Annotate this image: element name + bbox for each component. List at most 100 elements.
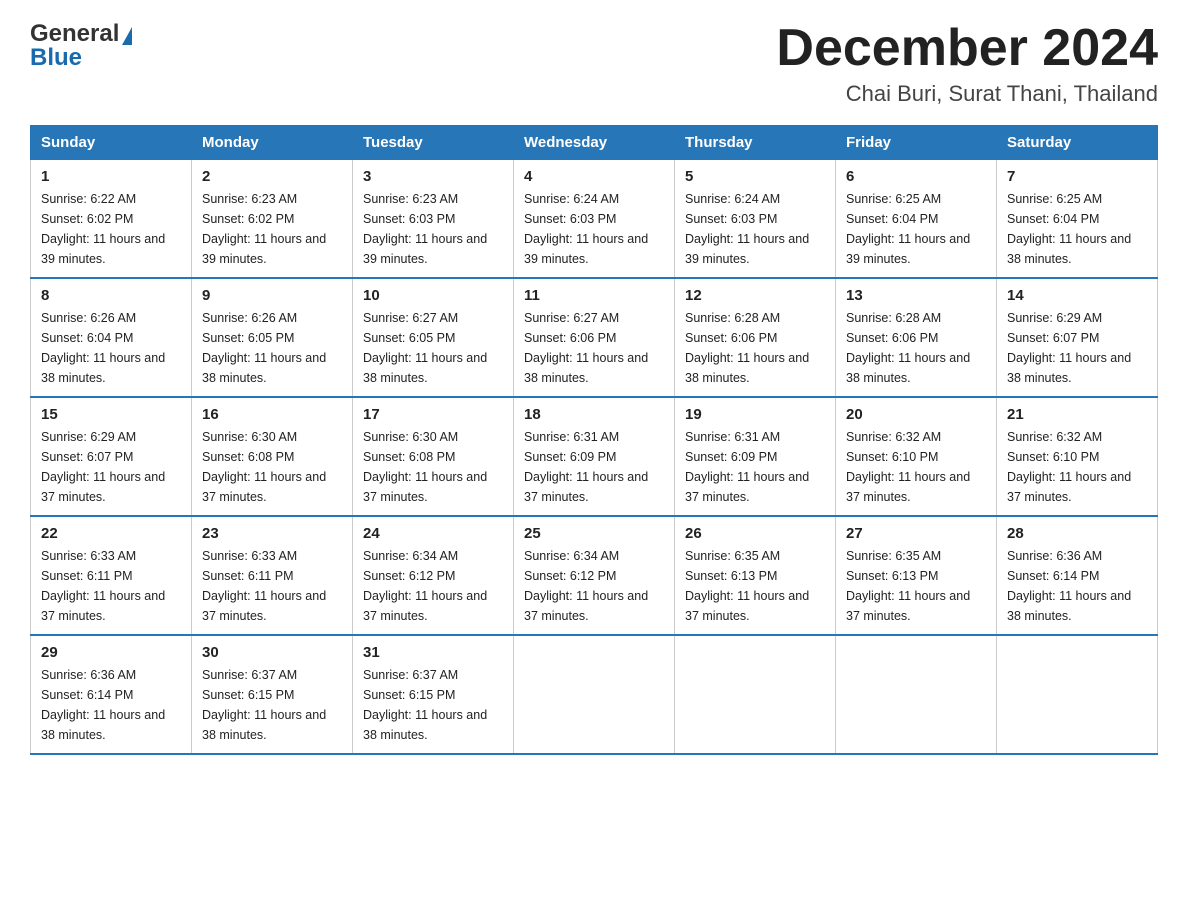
- day-number: 27: [846, 525, 986, 542]
- table-row: 18 Sunrise: 6:31 AMSunset: 6:09 PMDaylig…: [514, 397, 675, 516]
- page-title: December 2024: [776, 20, 1158, 77]
- table-row: 24 Sunrise: 6:34 AMSunset: 6:12 PMDaylig…: [353, 516, 514, 635]
- day-info: Sunrise: 6:30 AMSunset: 6:08 PMDaylight:…: [363, 430, 487, 504]
- table-row: 31 Sunrise: 6:37 AMSunset: 6:15 PMDaylig…: [353, 635, 514, 754]
- day-number: 16: [202, 406, 342, 423]
- day-info: Sunrise: 6:34 AMSunset: 6:12 PMDaylight:…: [524, 549, 648, 623]
- day-number: 17: [363, 406, 503, 423]
- day-number: 1: [41, 168, 181, 185]
- calendar-week-row: 1 Sunrise: 6:22 AMSunset: 6:02 PMDayligh…: [31, 160, 1158, 279]
- day-number: 8: [41, 287, 181, 304]
- logo: General Blue: [30, 20, 132, 72]
- table-row: [514, 635, 675, 754]
- day-number: 9: [202, 287, 342, 304]
- col-tuesday: Tuesday: [353, 126, 514, 160]
- day-info: Sunrise: 6:32 AMSunset: 6:10 PMDaylight:…: [846, 430, 970, 504]
- day-number: 10: [363, 287, 503, 304]
- day-info: Sunrise: 6:26 AMSunset: 6:04 PMDaylight:…: [41, 311, 165, 385]
- day-info: Sunrise: 6:28 AMSunset: 6:06 PMDaylight:…: [846, 311, 970, 385]
- day-info: Sunrise: 6:30 AMSunset: 6:08 PMDaylight:…: [202, 430, 326, 504]
- day-number: 24: [363, 525, 503, 542]
- col-monday: Monday: [192, 126, 353, 160]
- table-row: 1 Sunrise: 6:22 AMSunset: 6:02 PMDayligh…: [31, 160, 192, 279]
- table-row: 6 Sunrise: 6:25 AMSunset: 6:04 PMDayligh…: [836, 160, 997, 279]
- table-row: 25 Sunrise: 6:34 AMSunset: 6:12 PMDaylig…: [514, 516, 675, 635]
- logo-triangle-icon: [122, 27, 132, 45]
- day-number: 29: [41, 644, 181, 661]
- table-row: 9 Sunrise: 6:26 AMSunset: 6:05 PMDayligh…: [192, 278, 353, 397]
- table-row: 7 Sunrise: 6:25 AMSunset: 6:04 PMDayligh…: [997, 160, 1158, 279]
- day-number: 25: [524, 525, 664, 542]
- table-row: 29 Sunrise: 6:36 AMSunset: 6:14 PMDaylig…: [31, 635, 192, 754]
- day-info: Sunrise: 6:25 AMSunset: 6:04 PMDaylight:…: [1007, 192, 1131, 266]
- table-row: 10 Sunrise: 6:27 AMSunset: 6:05 PMDaylig…: [353, 278, 514, 397]
- table-row: 19 Sunrise: 6:31 AMSunset: 6:09 PMDaylig…: [675, 397, 836, 516]
- calendar-week-row: 15 Sunrise: 6:29 AMSunset: 6:07 PMDaylig…: [31, 397, 1158, 516]
- table-row: 26 Sunrise: 6:35 AMSunset: 6:13 PMDaylig…: [675, 516, 836, 635]
- table-row: 8 Sunrise: 6:26 AMSunset: 6:04 PMDayligh…: [31, 278, 192, 397]
- day-info: Sunrise: 6:27 AMSunset: 6:06 PMDaylight:…: [524, 311, 648, 385]
- day-number: 2: [202, 168, 342, 185]
- day-number: 14: [1007, 287, 1147, 304]
- day-number: 30: [202, 644, 342, 661]
- table-row: 5 Sunrise: 6:24 AMSunset: 6:03 PMDayligh…: [675, 160, 836, 279]
- day-info: Sunrise: 6:23 AMSunset: 6:03 PMDaylight:…: [363, 192, 487, 266]
- day-number: 18: [524, 406, 664, 423]
- day-number: 13: [846, 287, 986, 304]
- day-info: Sunrise: 6:29 AMSunset: 6:07 PMDaylight:…: [41, 430, 165, 504]
- day-number: 31: [363, 644, 503, 661]
- table-row: 22 Sunrise: 6:33 AMSunset: 6:11 PMDaylig…: [31, 516, 192, 635]
- day-number: 5: [685, 168, 825, 185]
- calendar-header-row: Sunday Monday Tuesday Wednesday Thursday…: [31, 126, 1158, 160]
- day-info: Sunrise: 6:36 AMSunset: 6:14 PMDaylight:…: [41, 668, 165, 742]
- table-row: 23 Sunrise: 6:33 AMSunset: 6:11 PMDaylig…: [192, 516, 353, 635]
- day-number: 26: [685, 525, 825, 542]
- calendar-week-row: 8 Sunrise: 6:26 AMSunset: 6:04 PMDayligh…: [31, 278, 1158, 397]
- table-row: 17 Sunrise: 6:30 AMSunset: 6:08 PMDaylig…: [353, 397, 514, 516]
- table-row: 2 Sunrise: 6:23 AMSunset: 6:02 PMDayligh…: [192, 160, 353, 279]
- day-number: 19: [685, 406, 825, 423]
- logo-blue-text: Blue: [30, 44, 132, 72]
- table-row: 28 Sunrise: 6:36 AMSunset: 6:14 PMDaylig…: [997, 516, 1158, 635]
- table-row: 3 Sunrise: 6:23 AMSunset: 6:03 PMDayligh…: [353, 160, 514, 279]
- day-info: Sunrise: 6:28 AMSunset: 6:06 PMDaylight:…: [685, 311, 809, 385]
- day-info: Sunrise: 6:31 AMSunset: 6:09 PMDaylight:…: [524, 430, 648, 504]
- day-info: Sunrise: 6:29 AMSunset: 6:07 PMDaylight:…: [1007, 311, 1131, 385]
- table-row: 12 Sunrise: 6:28 AMSunset: 6:06 PMDaylig…: [675, 278, 836, 397]
- day-info: Sunrise: 6:37 AMSunset: 6:15 PMDaylight:…: [202, 668, 326, 742]
- day-info: Sunrise: 6:22 AMSunset: 6:02 PMDaylight:…: [41, 192, 165, 266]
- table-row: [997, 635, 1158, 754]
- day-info: Sunrise: 6:32 AMSunset: 6:10 PMDaylight:…: [1007, 430, 1131, 504]
- col-sunday: Sunday: [31, 126, 192, 160]
- day-number: 20: [846, 406, 986, 423]
- calendar-week-row: 22 Sunrise: 6:33 AMSunset: 6:11 PMDaylig…: [31, 516, 1158, 635]
- day-info: Sunrise: 6:36 AMSunset: 6:14 PMDaylight:…: [1007, 549, 1131, 623]
- table-row: 16 Sunrise: 6:30 AMSunset: 6:08 PMDaylig…: [192, 397, 353, 516]
- day-number: 22: [41, 525, 181, 542]
- title-area: December 2024 Chai Buri, Surat Thani, Th…: [776, 20, 1158, 107]
- day-number: 6: [846, 168, 986, 185]
- table-row: 13 Sunrise: 6:28 AMSunset: 6:06 PMDaylig…: [836, 278, 997, 397]
- day-info: Sunrise: 6:34 AMSunset: 6:12 PMDaylight:…: [363, 549, 487, 623]
- day-info: Sunrise: 6:26 AMSunset: 6:05 PMDaylight:…: [202, 311, 326, 385]
- day-info: Sunrise: 6:27 AMSunset: 6:05 PMDaylight:…: [363, 311, 487, 385]
- page-header: General Blue December 2024 Chai Buri, Su…: [30, 20, 1158, 107]
- table-row: 21 Sunrise: 6:32 AMSunset: 6:10 PMDaylig…: [997, 397, 1158, 516]
- day-number: 21: [1007, 406, 1147, 423]
- table-row: 14 Sunrise: 6:29 AMSunset: 6:07 PMDaylig…: [997, 278, 1158, 397]
- calendar-table: Sunday Monday Tuesday Wednesday Thursday…: [30, 125, 1158, 755]
- day-number: 28: [1007, 525, 1147, 542]
- day-info: Sunrise: 6:33 AMSunset: 6:11 PMDaylight:…: [202, 549, 326, 623]
- day-number: 23: [202, 525, 342, 542]
- table-row: 20 Sunrise: 6:32 AMSunset: 6:10 PMDaylig…: [836, 397, 997, 516]
- day-info: Sunrise: 6:35 AMSunset: 6:13 PMDaylight:…: [685, 549, 809, 623]
- table-row: [836, 635, 997, 754]
- col-saturday: Saturday: [997, 126, 1158, 160]
- day-number: 3: [363, 168, 503, 185]
- col-friday: Friday: [836, 126, 997, 160]
- day-info: Sunrise: 6:37 AMSunset: 6:15 PMDaylight:…: [363, 668, 487, 742]
- calendar-week-row: 29 Sunrise: 6:36 AMSunset: 6:14 PMDaylig…: [31, 635, 1158, 754]
- day-number: 12: [685, 287, 825, 304]
- day-info: Sunrise: 6:24 AMSunset: 6:03 PMDaylight:…: [524, 192, 648, 266]
- day-info: Sunrise: 6:35 AMSunset: 6:13 PMDaylight:…: [846, 549, 970, 623]
